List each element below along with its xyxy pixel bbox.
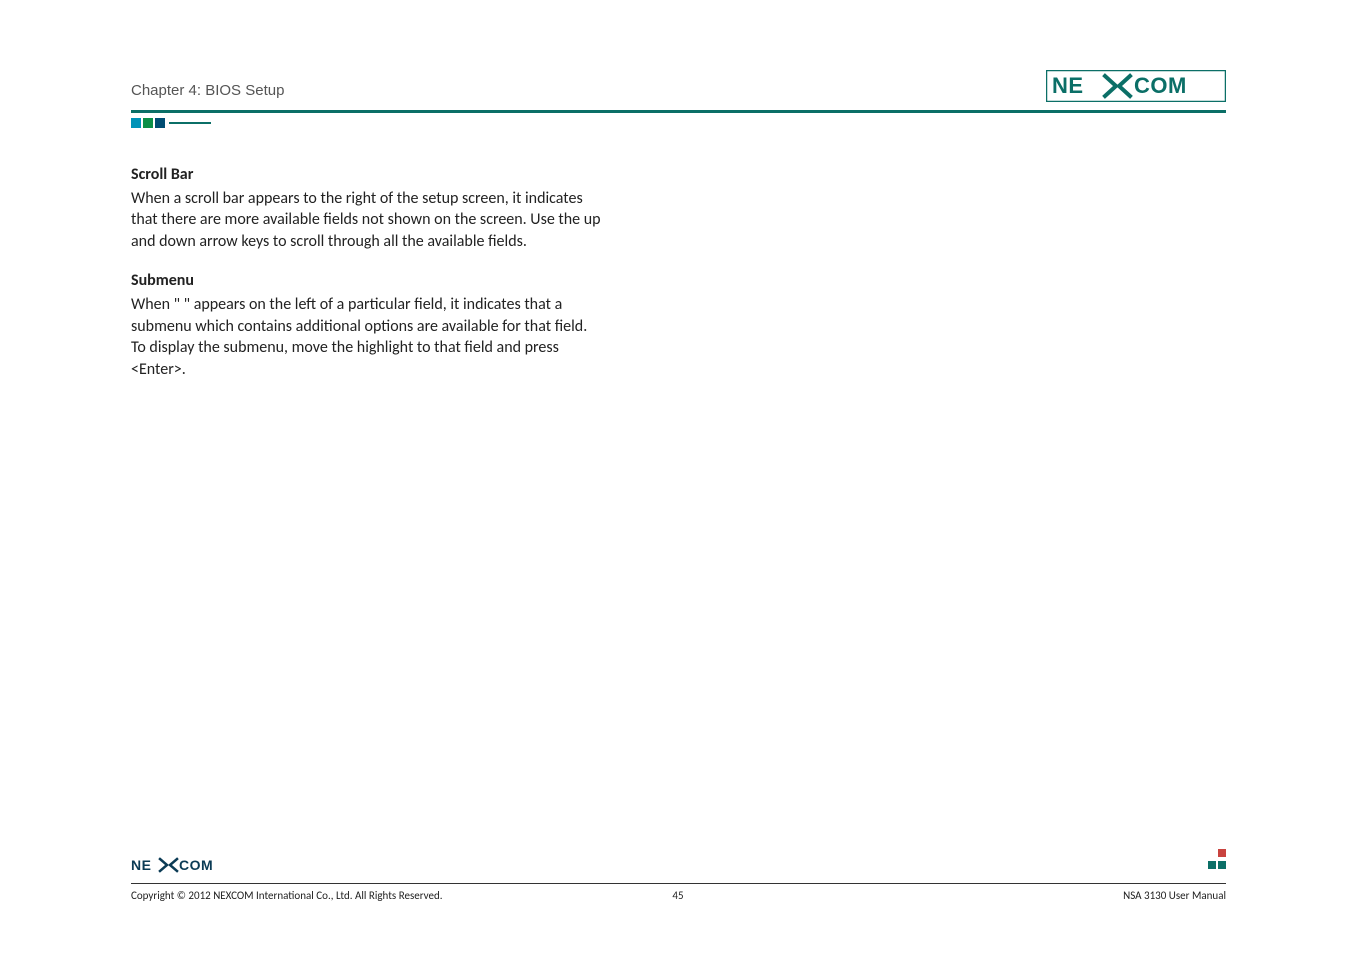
footer-copyright: Copyright © 2012 NEXCOM International Co…: [131, 889, 443, 902]
section2-body: When " " appears on the left of a partic…: [131, 294, 601, 380]
footer-divider: [131, 883, 1226, 884]
header-divider: [131, 110, 1226, 113]
decorative-squares-icon: [131, 118, 211, 128]
footer-manual-name: NSA 3130 User Manual: [1123, 889, 1226, 902]
section1-body: When a scroll bar appears to the right o…: [131, 188, 601, 253]
chapter-title: Chapter 4: BIOS Setup: [131, 82, 284, 99]
footer-page-number: 45: [672, 889, 683, 902]
svg-text:COM: COM: [1134, 73, 1187, 98]
section1-title: Scroll Bar: [131, 164, 601, 186]
section2-title: Submenu: [131, 270, 601, 292]
svg-text:NE: NE: [1052, 73, 1084, 98]
document-page: Chapter 4: BIOS Setup NE COM Scroll Bar …: [0, 0, 1356, 954]
main-content: Scroll Bar When a scroll bar appears to …: [131, 158, 601, 396]
svg-text:COM: COM: [179, 857, 213, 873]
nexcom-footer-logo-icon: NE COM: [131, 855, 231, 880]
decorative-corner-squares-icon: [1204, 849, 1228, 878]
svg-text:NE: NE: [131, 857, 151, 873]
nexcom-logo-icon: NE COM: [1046, 70, 1226, 107]
